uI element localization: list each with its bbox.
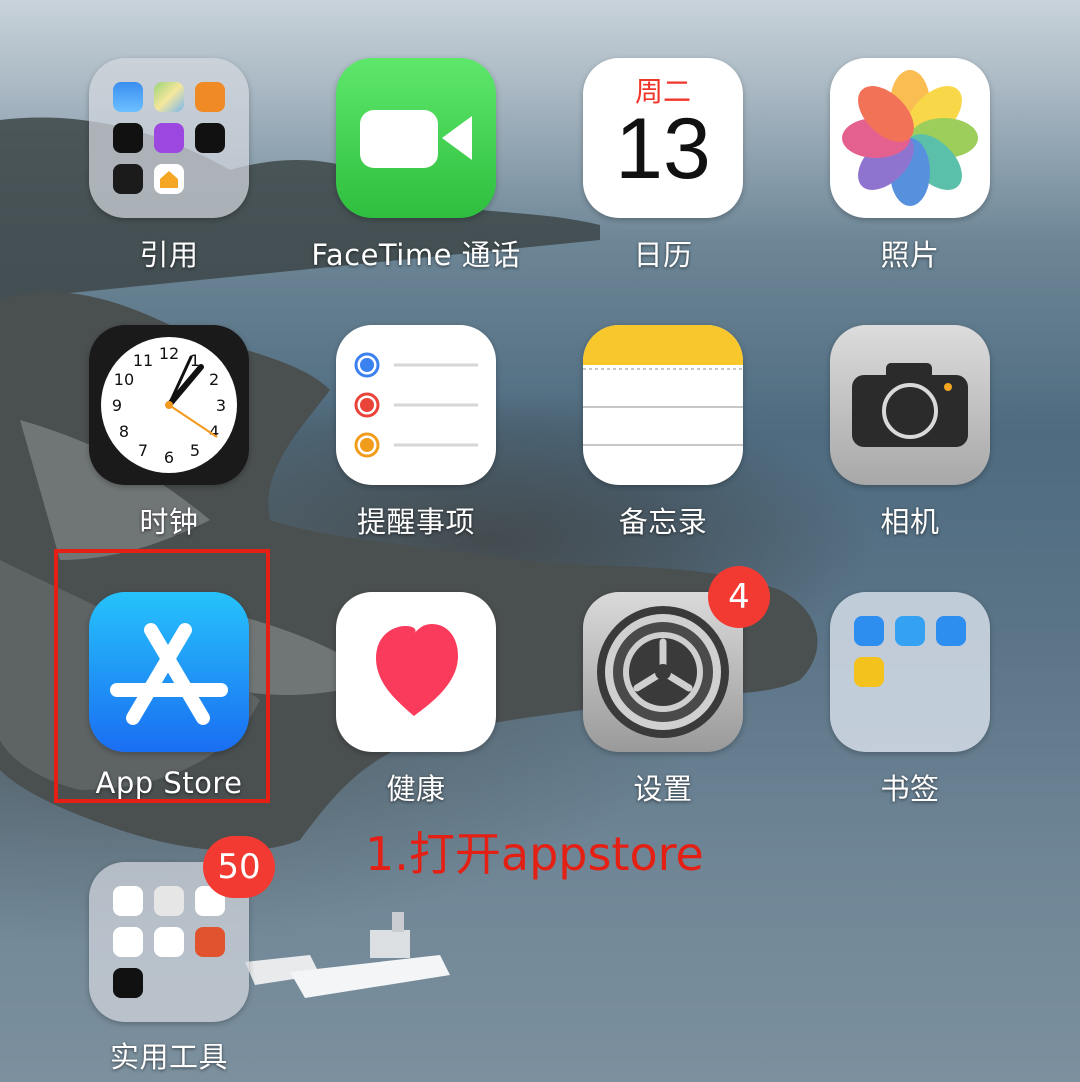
- appstore-highlight-box: [54, 549, 270, 803]
- notes-icon[interactable]: [583, 325, 743, 485]
- folder-yinyong-label: 引用: [139, 238, 199, 272]
- notes-paper-icon: [583, 325, 743, 446]
- safari-mini-icon: [854, 616, 884, 646]
- reminders-icon[interactable]: [336, 325, 496, 485]
- clock-numeral: 5: [190, 441, 200, 460]
- tool-app-6-icon: [195, 927, 225, 957]
- home-glyph-icon: [160, 171, 178, 188]
- calendar-icon[interactable]: 周二 13: [583, 58, 743, 218]
- photos-icon[interactable]: [830, 58, 990, 218]
- instruction-annotation: 1.打开appstore: [365, 827, 704, 881]
- video-camera-icon: [360, 110, 472, 168]
- facetime-icon[interactable]: [336, 58, 496, 218]
- camera-label: 相机: [880, 505, 940, 539]
- health-icon[interactable]: [336, 592, 496, 752]
- books-mini-icon: [195, 82, 225, 112]
- clock-numeral: 7: [138, 441, 148, 460]
- clock-numeral: 3: [216, 396, 226, 415]
- settings-notification-badge: 4: [708, 566, 770, 628]
- home-mini-icon: [154, 164, 184, 194]
- clock-label: 时钟: [139, 505, 199, 539]
- accessibility-mini-icon: [854, 657, 884, 687]
- clock-numeral: 8: [119, 422, 129, 441]
- weather-mini-icon: [113, 82, 143, 112]
- tool-app-1-icon: [113, 886, 143, 916]
- health-label: 健康: [386, 772, 446, 806]
- calendar-day: 13: [615, 101, 711, 197]
- clock-face-icon: 12 1234567891011: [101, 337, 237, 473]
- tool-app-5-icon: [154, 927, 184, 957]
- calendar-label: 日历: [633, 238, 693, 272]
- tools-notification-badge: 50: [203, 836, 275, 898]
- clock-numeral: 2: [209, 370, 219, 389]
- settings-label: 设置: [633, 772, 693, 806]
- reminders-label: 提醒事项: [356, 505, 475, 539]
- reminders-list-icon: [354, 352, 478, 458]
- folder-bookmarks-icon[interactable]: [830, 592, 990, 752]
- folder-tools-label: 实用工具: [109, 1040, 228, 1074]
- podcasts-mini-icon: [154, 123, 184, 153]
- check-mini-icon: [936, 616, 966, 646]
- notes-label: 备忘录: [618, 505, 708, 539]
- tool-app-4-icon: [113, 927, 143, 957]
- maps-mini-icon: [154, 82, 184, 112]
- clock-numeral: 11: [133, 351, 153, 370]
- camera-glyph-icon: [852, 363, 968, 447]
- boats: [245, 912, 450, 998]
- clock-numeral: 9: [112, 396, 122, 415]
- camera-icon[interactable]: [830, 325, 990, 485]
- stocks-mini-icon: [113, 123, 143, 153]
- tool-app-2-icon: [154, 886, 184, 916]
- pill-mini-icon: [895, 616, 925, 646]
- folder-bookmarks-label: 书签: [880, 772, 940, 806]
- clock-icon[interactable]: 12 1 2 3 4 5 6 7 8 9 10 11: [89, 325, 249, 485]
- photos-flower-icon: [842, 70, 978, 206]
- clock-numeral: 10: [114, 370, 134, 389]
- wallet-mini-icon: [113, 164, 143, 194]
- heart-icon: [376, 624, 458, 716]
- folder-yinyong-icon[interactable]: [89, 58, 249, 218]
- photos-label: 照片: [880, 238, 940, 272]
- facetime-label: FaceTime 通话: [311, 238, 521, 272]
- speedometer-mini-icon: [113, 968, 143, 998]
- clock-numeral: 12: [159, 344, 179, 363]
- clock-numeral: 6: [164, 448, 174, 467]
- tv-mini-icon: [195, 123, 225, 153]
